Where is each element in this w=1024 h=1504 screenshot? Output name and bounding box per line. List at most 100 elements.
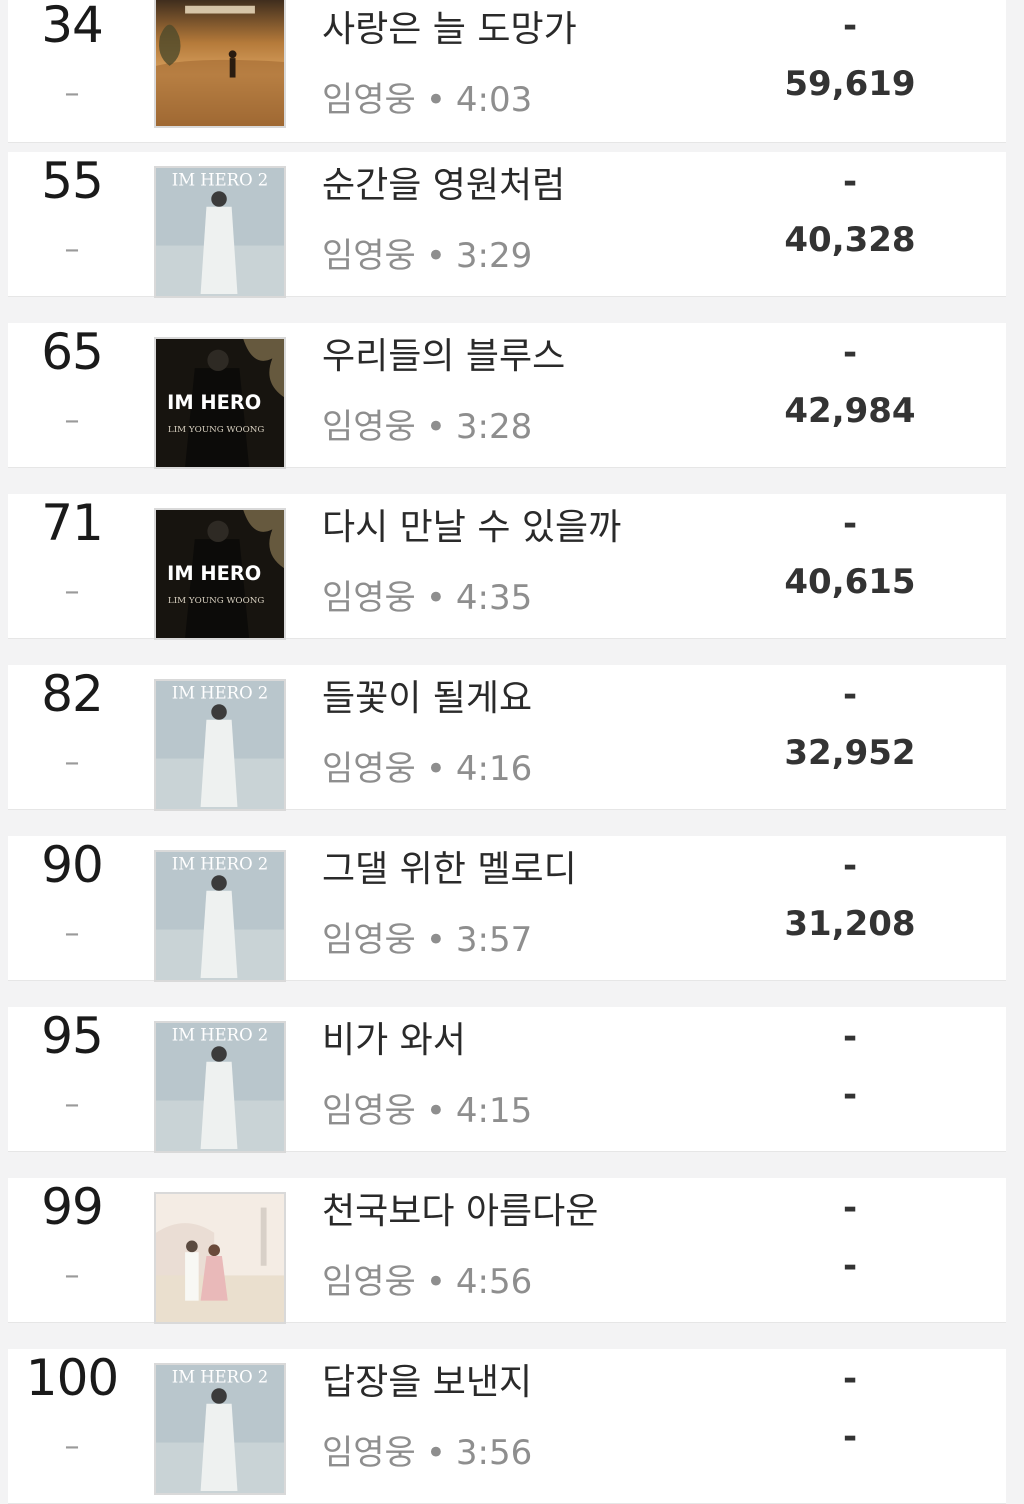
song-meta: 임영웅 • 4:56 [322, 1254, 532, 1303]
rank-number: 82 [41, 665, 104, 723]
artist-name[interactable]: 임영웅 [322, 578, 416, 618]
svg-text:IM HERO: IM HERO [167, 391, 261, 414]
list-item[interactable]: 55 – IM HERO 2 순간을 영원처럼 임영웅 • 3:29 - 40,32… [8, 152, 1006, 298]
stat-top: - [842, 1188, 858, 1228]
list-item[interactable]: 71 – IM HERO LIM YOUNG WOONG 다시 만날 수 있을까… [8, 494, 1006, 640]
stat-bottom: 32,952 [784, 733, 916, 773]
song-title[interactable]: 들꽃이 될게요 [322, 669, 532, 721]
duration: 4:16 [455, 749, 533, 789]
album-cover[interactable]: IM HERO 2 [154, 1021, 286, 1153]
rank-change: – [64, 1258, 80, 1293]
duration: 4:03 [455, 80, 533, 120]
duration: 3:29 [455, 236, 533, 276]
artist-name[interactable]: 임영웅 [322, 920, 416, 960]
svg-text:IM HERO 2: IM HERO 2 [172, 170, 269, 189]
album-cover-art-hero1: IM HERO LIM YOUNG WOONG [156, 510, 284, 638]
rank-number: 90 [41, 836, 104, 894]
rank-change: – [64, 76, 80, 111]
song-title[interactable]: 비가 와서 [322, 1011, 466, 1063]
stat-top: - [842, 6, 858, 46]
separator-dot: • [425, 1433, 446, 1473]
album-cover-art-sunset [156, 0, 284, 126]
song-title[interactable]: 사랑은 늘 도망가 [322, 0, 577, 52]
stat-top: - [842, 1017, 858, 1057]
artist-name[interactable]: 임영웅 [322, 80, 416, 120]
artist-name[interactable]: 임영웅 [322, 407, 416, 447]
song-title[interactable]: 천국보다 아름다운 [322, 1182, 598, 1234]
svg-text:IM HERO 2: IM HERO 2 [172, 854, 269, 873]
rank-number: 65 [41, 323, 104, 381]
artist-name[interactable]: 임영웅 [322, 749, 416, 789]
album-cover-art-hero2: IM HERO 2 [156, 168, 284, 296]
stat-top: - [842, 504, 858, 544]
svg-text:IM HERO 2: IM HERO 2 [172, 683, 269, 702]
stat-bottom: - [842, 1417, 858, 1457]
song-title[interactable]: 답장을 보낸지 [322, 1353, 532, 1405]
song-meta: 임영웅 • 4:16 [322, 741, 532, 790]
separator-dot: • [425, 749, 446, 789]
separator-dot: • [425, 80, 446, 120]
duration: 3:28 [455, 407, 533, 447]
album-cover[interactable]: IM HERO 2 [154, 679, 286, 811]
stat-top: - [842, 675, 858, 715]
svg-text:IM HERO 2: IM HERO 2 [172, 1367, 269, 1386]
album-cover[interactable]: IM HERO 2 [154, 166, 286, 298]
song-meta: 임영웅 • 4:03 [322, 72, 532, 121]
album-cover[interactable]: IM HERO LIM YOUNG WOONG [154, 337, 286, 469]
song-meta: 임영웅 • 3:56 [322, 1425, 532, 1474]
album-cover-art-hero2: IM HERO 2 [156, 852, 284, 980]
rank-change: – [64, 1087, 80, 1122]
svg-text:IM HERO: IM HERO [167, 562, 261, 585]
song-meta: 임영웅 • 3:28 [322, 399, 532, 448]
album-cover[interactable]: IM HERO 2 [154, 850, 286, 982]
separator-dot: • [425, 1262, 446, 1302]
artist-name[interactable]: 임영웅 [322, 1091, 416, 1131]
album-cover[interactable] [154, 0, 286, 128]
rank-number: 95 [41, 1007, 104, 1065]
stat-bottom: - [842, 1075, 858, 1115]
list-item[interactable]: 82 – IM HERO 2 들꽃이 될게요 임영웅 • 4:16 - 32,952 [8, 665, 1006, 811]
song-title[interactable]: 우리들의 블루스 [322, 327, 565, 379]
svg-text:IM HERO 2: IM HERO 2 [172, 1025, 269, 1044]
list-item[interactable]: 90 – IM HERO 2 그댈 위한 멜로디 임영웅 • 3:57 - 31,2… [8, 836, 1006, 982]
stat-top: - [842, 1359, 858, 1399]
stat-bottom: 40,615 [784, 562, 916, 602]
stat-bottom: 31,208 [784, 904, 916, 944]
album-cover-art-beach [156, 1194, 284, 1322]
album-cover-art-hero1: IM HERO LIM YOUNG WOONG [156, 339, 284, 467]
separator-dot: • [425, 407, 446, 447]
song-meta: 임영웅 • 3:57 [322, 912, 532, 961]
list-item[interactable]: 34 – 사랑은 늘 도망가 임영웅 • 4:03 - 59,619 [8, 0, 1006, 143]
album-cover[interactable]: IM HERO LIM YOUNG WOONG [154, 508, 286, 640]
rank-number: 55 [41, 152, 104, 210]
album-cover[interactable]: IM HERO 2 [154, 1363, 286, 1495]
list-item[interactable]: 99 – 천국보다 아름다운 임영웅 • 4:56 - - [8, 1178, 1006, 1324]
duration: 3:56 [455, 1433, 533, 1473]
rank-number: 100 [25, 1349, 119, 1407]
artist-name[interactable]: 임영웅 [322, 1262, 416, 1302]
separator-dot: • [425, 578, 446, 618]
song-title[interactable]: 그댈 위한 멜로디 [322, 840, 577, 892]
song-meta: 임영웅 • 4:35 [322, 570, 532, 619]
list-item[interactable]: 95 – IM HERO 2 비가 와서 임영웅 • 4:15 - - [8, 1007, 1006, 1153]
album-cover[interactable] [154, 1192, 286, 1324]
song-title[interactable]: 순간을 영원처럼 [322, 156, 565, 208]
rank-change: – [64, 745, 80, 780]
stat-bottom: 59,619 [784, 64, 916, 104]
list-item[interactable]: 65 – IM HERO LIM YOUNG WOONG 우리들의 블루스 임영… [8, 323, 1006, 469]
stat-bottom: 42,984 [784, 391, 916, 431]
svg-text:LIM YOUNG WOONG: LIM YOUNG WOONG [168, 596, 264, 606]
song-title[interactable]: 다시 만날 수 있을까 [322, 498, 621, 550]
rank-change: – [64, 232, 80, 267]
stat-bottom: - [842, 1246, 858, 1286]
artist-name[interactable]: 임영웅 [322, 1433, 416, 1473]
duration: 3:57 [455, 920, 533, 960]
separator-dot: • [425, 920, 446, 960]
duration: 4:56 [455, 1262, 533, 1302]
stat-bottom: 40,328 [784, 220, 916, 260]
rank-change: – [64, 1429, 80, 1464]
list-item[interactable]: 100 – IM HERO 2 답장을 보낸지 임영웅 • 3:56 - - [8, 1349, 1006, 1504]
artist-name[interactable]: 임영웅 [322, 236, 416, 276]
stat-top: - [842, 162, 858, 202]
stat-top: - [842, 333, 858, 373]
